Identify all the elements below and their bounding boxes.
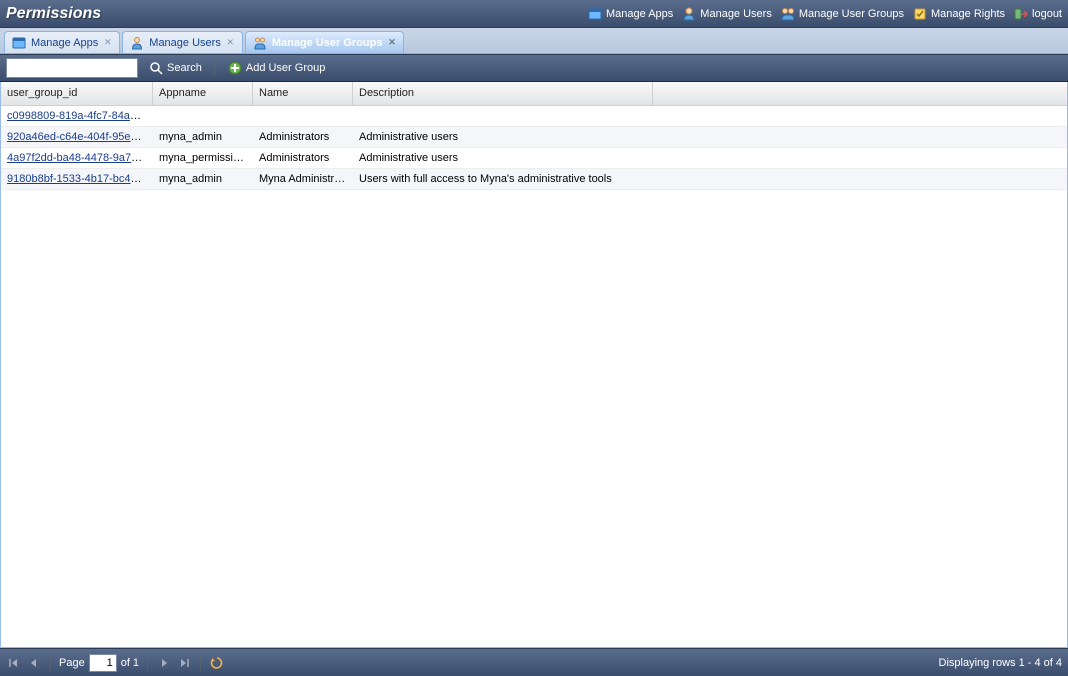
app-title: Permissions bbox=[6, 5, 101, 23]
cell-name: Administrators bbox=[253, 128, 353, 146]
tab-manage-user-groups[interactable]: Manage User Groups ✕ bbox=[245, 31, 405, 53]
refresh-button[interactable] bbox=[209, 655, 225, 671]
apps-icon bbox=[587, 6, 603, 22]
cell-name: Myna Administr… bbox=[253, 170, 353, 188]
link-manage-users[interactable]: Manage Users bbox=[681, 6, 772, 22]
cell-id: 9180b8bf-1533-4b17-bc4e… bbox=[1, 170, 153, 188]
user-group-icon bbox=[780, 6, 796, 22]
page-of-label: of 1 bbox=[121, 657, 139, 669]
cell-desc bbox=[353, 113, 653, 119]
page-input[interactable] bbox=[89, 654, 117, 672]
column-appname[interactable]: Appname bbox=[153, 82, 253, 105]
cell-app: myna_permissions bbox=[153, 149, 253, 167]
user-icon bbox=[681, 6, 697, 22]
grid-toolbar: Search Add User Group bbox=[0, 54, 1068, 82]
table-row[interactable]: 920a46ed-c64e-404f-95e5…myna_adminAdmini… bbox=[1, 127, 1067, 148]
cell-app: myna_admin bbox=[153, 128, 253, 146]
link-manage-user-groups[interactable]: Manage User Groups bbox=[780, 6, 904, 22]
app-header: Permissions Manage Apps Manage Users Man… bbox=[0, 0, 1068, 28]
table-row[interactable]: c0998809-819a-4fc7-84a6… bbox=[1, 106, 1067, 127]
cell-id: 4a97f2dd-ba48-4478-9a7b… bbox=[1, 149, 153, 167]
link-label: Manage Rights bbox=[931, 8, 1005, 20]
first-page-button[interactable] bbox=[6, 655, 22, 671]
add-icon bbox=[227, 60, 243, 76]
header-links: Manage Apps Manage Users Manage User Gro… bbox=[587, 6, 1062, 22]
cell-name: Administrators bbox=[253, 149, 353, 167]
cell-name bbox=[253, 113, 353, 119]
separator bbox=[50, 655, 51, 671]
separator bbox=[200, 655, 201, 671]
user-group-link[interactable]: 9180b8bf-1533-4b17-bc4e… bbox=[7, 173, 148, 185]
grid-body: c0998809-819a-4fc7-84a6… 920a46ed-c64e-40… bbox=[1, 106, 1067, 190]
close-icon[interactable]: ✕ bbox=[102, 37, 113, 48]
add-label: Add User Group bbox=[246, 62, 325, 74]
user-group-link[interactable]: 920a46ed-c64e-404f-95e5… bbox=[7, 131, 148, 143]
search-label: Search bbox=[167, 62, 202, 74]
user-group-link[interactable]: c0998809-819a-4fc7-84a6… bbox=[7, 110, 147, 122]
separator bbox=[147, 655, 148, 671]
close-icon[interactable]: ✕ bbox=[386, 37, 397, 48]
cell-desc: Users with full access to Myna's adminis… bbox=[353, 170, 653, 188]
cell-desc: Administrative users bbox=[353, 149, 653, 167]
column-user-group-id[interactable]: user_group_id bbox=[1, 82, 153, 105]
user-group-icon bbox=[252, 35, 268, 51]
tab-label: Manage Users bbox=[149, 37, 221, 49]
cell-id: c0998809-819a-4fc7-84a6… bbox=[1, 107, 153, 125]
link-manage-rights[interactable]: Manage Rights bbox=[912, 6, 1005, 22]
table-row[interactable]: 9180b8bf-1533-4b17-bc4e… myna_adminMyna A… bbox=[1, 169, 1067, 190]
column-name[interactable]: Name bbox=[253, 82, 353, 105]
user-group-link[interactable]: 4a97f2dd-ba48-4478-9a7b… bbox=[7, 152, 148, 164]
search-button[interactable]: Search bbox=[144, 58, 206, 78]
column-filler bbox=[653, 82, 1067, 105]
table-row[interactable]: 4a97f2dd-ba48-4478-9a7b… myna_permissions… bbox=[1, 148, 1067, 169]
cell-app bbox=[153, 113, 253, 119]
rights-icon bbox=[912, 6, 928, 22]
logout-icon bbox=[1013, 6, 1029, 22]
apps-icon bbox=[11, 35, 27, 51]
link-logout[interactable]: logout bbox=[1013, 6, 1062, 22]
search-icon bbox=[148, 60, 164, 76]
paging-status: Displaying rows 1 - 4 of 4 bbox=[939, 657, 1063, 669]
add-user-group-button[interactable]: Add User Group bbox=[223, 58, 329, 78]
tab-bar: Manage Apps ✕ Manage Users ✕ Manage User… bbox=[0, 28, 1068, 54]
paging-controls: Page of 1 bbox=[6, 654, 225, 672]
search-input[interactable] bbox=[6, 58, 138, 78]
grid-header: user_group_id Appname Name Description bbox=[1, 82, 1067, 106]
cell-id: 920a46ed-c64e-404f-95e5… bbox=[1, 128, 153, 146]
prev-page-button[interactable] bbox=[26, 655, 42, 671]
cell-desc: Administrative users bbox=[353, 128, 653, 146]
page-label: Page bbox=[59, 657, 85, 669]
link-manage-apps[interactable]: Manage Apps bbox=[587, 6, 673, 22]
next-page-button[interactable] bbox=[156, 655, 172, 671]
user-icon bbox=[129, 35, 145, 51]
tab-label: Manage Apps bbox=[31, 37, 98, 49]
last-page-button[interactable] bbox=[176, 655, 192, 671]
data-grid: user_group_id Appname Name Description c… bbox=[0, 82, 1068, 648]
link-label: Manage Apps bbox=[606, 8, 673, 20]
link-label: Manage User Groups bbox=[799, 8, 904, 20]
close-icon[interactable]: ✕ bbox=[225, 37, 236, 48]
tab-label: Manage User Groups bbox=[272, 37, 383, 49]
cell-app: myna_admin bbox=[153, 170, 253, 188]
tab-manage-users[interactable]: Manage Users ✕ bbox=[122, 31, 243, 53]
column-description[interactable]: Description bbox=[353, 82, 653, 105]
separator bbox=[214, 59, 215, 77]
tab-manage-apps[interactable]: Manage Apps ✕ bbox=[4, 31, 120, 53]
link-label: logout bbox=[1032, 8, 1062, 20]
link-label: Manage Users bbox=[700, 8, 772, 20]
paging-toolbar: Page of 1 Displaying rows 1 - 4 of 4 bbox=[0, 648, 1068, 676]
